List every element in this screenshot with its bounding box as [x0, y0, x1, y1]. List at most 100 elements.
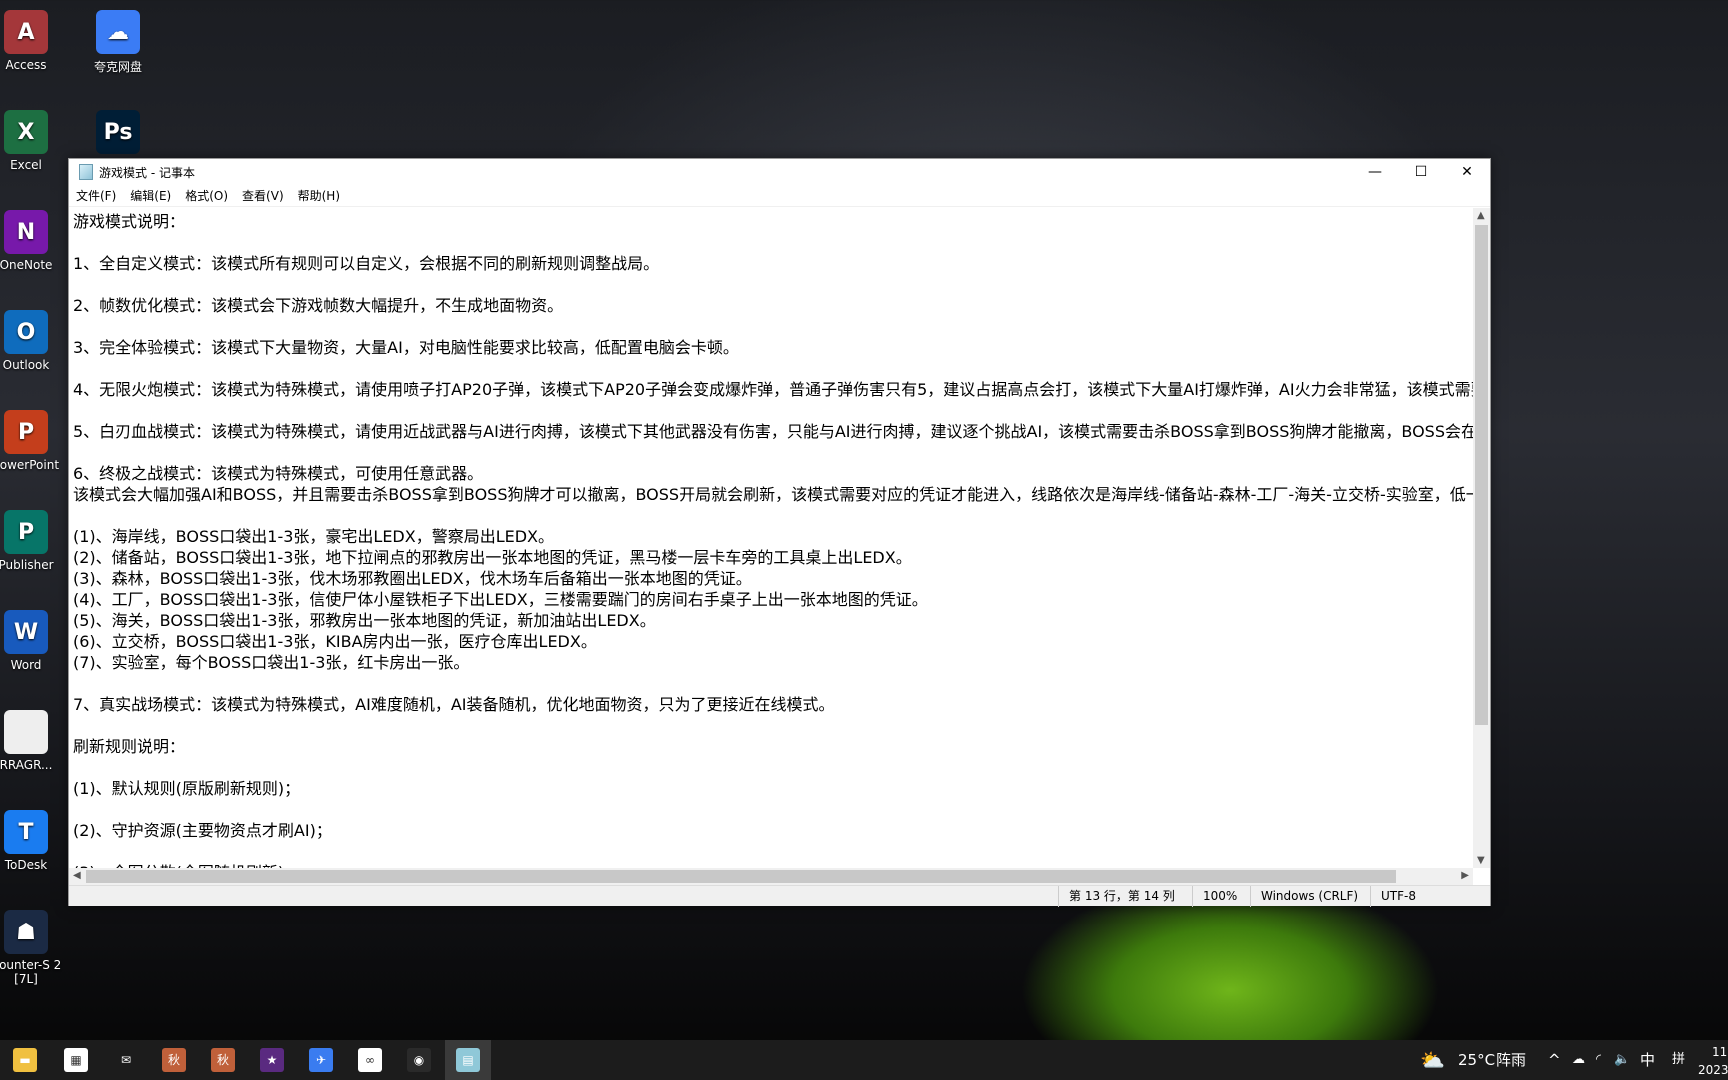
menu-item[interactable]: 帮助(H)	[291, 187, 347, 204]
desktop-icon[interactable]: X Excel	[0, 110, 74, 172]
weather-temp[interactable]: 25°C	[1458, 1040, 1495, 1080]
horizontal-scroll-thumb[interactable]	[86, 870, 1396, 883]
volume-icon[interactable]: 🔈	[1614, 1040, 1630, 1080]
app-icon	[4, 710, 48, 754]
text-line: 6、终极之战模式：该模式为特殊模式，可使用任意武器。	[73, 464, 484, 483]
taskbar-obs-studio[interactable]: ◉	[396, 1040, 442, 1080]
ime-language[interactable]: 中	[1640, 1040, 1655, 1080]
desktop-icon-label: 夸克网盘	[93, 60, 142, 74]
weather-desc[interactable]: 阵雨	[1496, 1040, 1526, 1080]
app-icon: P	[4, 510, 48, 554]
taskbar-mail[interactable]: ✉	[103, 1040, 149, 1080]
zoom-level: 100%	[1192, 885, 1250, 907]
onedrive-icon[interactable]: ☁	[1572, 1040, 1585, 1080]
maximize-button[interactable]: ☐	[1398, 159, 1444, 185]
text-line	[73, 841, 1469, 862]
text-line: 1、全自定义模式：该模式所有规则可以自定义，会根据不同的刷新规则调整战局。	[73, 254, 660, 273]
desktop-icon-label: ToDesk	[4, 858, 48, 872]
obs-studio-icon: ◉	[407, 1048, 431, 1072]
menu-bar: 文件(F) 编辑(E) 格式(O) 查看(V) 帮助(H)	[69, 185, 1490, 207]
status-bar: 第 13 行，第 14 列 100% Windows (CRLF) UTF-8	[69, 885, 1490, 907]
taskbar-feishu[interactable]: ✈	[298, 1040, 344, 1080]
menu-item[interactable]: 编辑(E)	[123, 187, 178, 204]
desktop-icon[interactable]: P Publisher	[0, 510, 74, 572]
taskbar-baidu-netdisk[interactable]: ∞	[347, 1040, 393, 1080]
desktop-icon[interactable]: ☁ 夸克网盘	[70, 10, 166, 75]
game-colorful-icon: ★	[260, 1048, 284, 1072]
desktop-icon[interactable]: ☗ Counter-S 2 [7L]	[0, 910, 74, 986]
text-line	[73, 505, 1469, 526]
desktop-icon[interactable]: RRAGR...	[0, 710, 74, 772]
wifi-icon[interactable]: ◜	[1596, 1040, 1601, 1080]
scroll-left-icon[interactable]: ◀	[73, 870, 81, 881]
text-line: 5、白刃血战模式：该模式为特殊模式，请使用近战武器与AI进行肉搏，该模式下其他武…	[73, 422, 1473, 441]
desktop-icon[interactable]: O Outlook	[0, 310, 74, 372]
app-icon: T	[4, 810, 48, 854]
tray-chevron-icon[interactable]: ^	[1548, 1040, 1561, 1080]
app-icon: P	[4, 410, 48, 454]
text-line: 7、真实战场模式：该模式为特殊模式，AI难度随机，AI装备随机，优化地面物资，只…	[73, 695, 835, 714]
taskbar-game-colorful[interactable]: ★	[249, 1040, 295, 1080]
app-icon: A	[4, 10, 48, 54]
text-line: (5)、海关，BOSS口袋出1-3张，邪教房出一张本地图的凭证，新加油站出LED…	[73, 611, 656, 630]
menu-item[interactable]: 查看(V)	[235, 187, 291, 204]
desktop-icon[interactable]: W Word	[0, 610, 74, 672]
weather-icon[interactable]: ⛅	[1420, 1040, 1445, 1080]
desktop-icon[interactable]: N OneNote	[0, 210, 74, 272]
taskbar-game-qiu-1[interactable]: 秋	[151, 1040, 197, 1080]
text-editor[interactable]: 游戏模式说明： 1、全自定义模式：该模式所有规则可以自定义，会根据不同的刷新规则调…	[69, 208, 1473, 868]
desktop-icon-label: Excel	[10, 158, 42, 172]
text-line: (3)、森林，BOSS口袋出1-3张，伐木场邪教圈出LEDX，伐木场车后备箱出一…	[73, 569, 752, 588]
text-line: 游戏模式说明：	[73, 212, 186, 231]
close-button[interactable]: ✕	[1444, 159, 1490, 185]
ime-mode[interactable]: 拼	[1672, 1040, 1685, 1080]
menu-item[interactable]: 格式(O)	[178, 187, 235, 204]
text-line	[73, 673, 1469, 694]
text-line: (4)、工厂，BOSS口袋出1-3张，信使尸体小屋铁柜子下出LEDX，三楼需要踹…	[73, 590, 928, 609]
horizontal-scrollbar[interactable]: ◀ ▶	[69, 868, 1473, 885]
desktop-icon-label: PowerPoint	[0, 458, 60, 472]
desktop-icon[interactable]: P PowerPoint	[0, 410, 74, 472]
text-line: (7)、实验室，每个BOSS口袋出1-3张，红卡房出一张。	[73, 653, 470, 672]
notepad-icon: ▤	[456, 1048, 480, 1072]
notepad-window: 游戏模式 - 记事本 — ☐ ✕ 文件(F) 编辑(E) 格式(O) 查看(V) 帮助(…	[68, 158, 1491, 907]
microsoft-store-icon: ▦	[64, 1048, 88, 1072]
desktop-icon[interactable]: Ps	[70, 110, 166, 158]
desktop-icon-label: OneNote	[0, 258, 53, 272]
scroll-down-icon[interactable]: ▼	[1477, 855, 1485, 866]
text-line	[73, 316, 1469, 337]
taskbar-game-qiu-2[interactable]: 秋	[200, 1040, 246, 1080]
vertical-scroll-thumb[interactable]	[1475, 225, 1488, 725]
clock-date[interactable]: 2023	[1698, 1050, 1728, 1080]
app-icon: W	[4, 610, 48, 654]
text-line	[73, 715, 1469, 736]
taskbar-notepad[interactable]: ▤	[445, 1040, 491, 1080]
desktop-icon-label: Publisher	[0, 558, 54, 572]
desktop-icon-label: Outlook	[2, 358, 50, 372]
line-ending: Windows (CRLF)	[1250, 885, 1370, 907]
text-line	[73, 358, 1469, 379]
text-line	[73, 400, 1469, 421]
desktop-icon-label: Counter-S 2 [7L]	[0, 958, 62, 986]
mail-icon: ✉	[114, 1048, 138, 1072]
text-line: 该模式会大幅加强AI和BOSS，并且需要击杀BOSS拿到BOSS狗牌才可以撤离，…	[73, 485, 1473, 504]
cursor-position: 第 13 行，第 14 列	[1058, 885, 1192, 907]
scroll-up-icon[interactable]: ▲	[1477, 210, 1485, 221]
text-line: 3、完全体验模式：该模式下大量物资，大量AI，对电脑性能要求比较高，低配置电脑会…	[73, 338, 739, 357]
desktop-icon[interactable]: T ToDesk	[0, 810, 74, 872]
taskbar-file-explorer[interactable]: ▬	[2, 1040, 48, 1080]
desktop-icon[interactable]: A Access	[0, 10, 74, 72]
app-icon: Ps	[96, 110, 140, 154]
taskbar-microsoft-store[interactable]: ▦	[53, 1040, 99, 1080]
title-bar[interactable]: 游戏模式 - 记事本	[69, 159, 1490, 185]
desktop-icon-label: RRAGR...	[0, 758, 53, 772]
vertical-scrollbar[interactable]: ▲ ▼	[1473, 208, 1490, 868]
notepad-icon	[79, 164, 93, 180]
window-title: 游戏模式 - 记事本	[99, 165, 195, 180]
minimize-button[interactable]: —	[1352, 159, 1398, 185]
app-icon: ☁	[96, 10, 140, 54]
feishu-icon: ✈	[309, 1048, 333, 1072]
scroll-right-icon[interactable]: ▶	[1461, 870, 1469, 881]
file-explorer-icon: ▬	[13, 1048, 37, 1072]
menu-item[interactable]: 文件(F)	[69, 187, 123, 204]
